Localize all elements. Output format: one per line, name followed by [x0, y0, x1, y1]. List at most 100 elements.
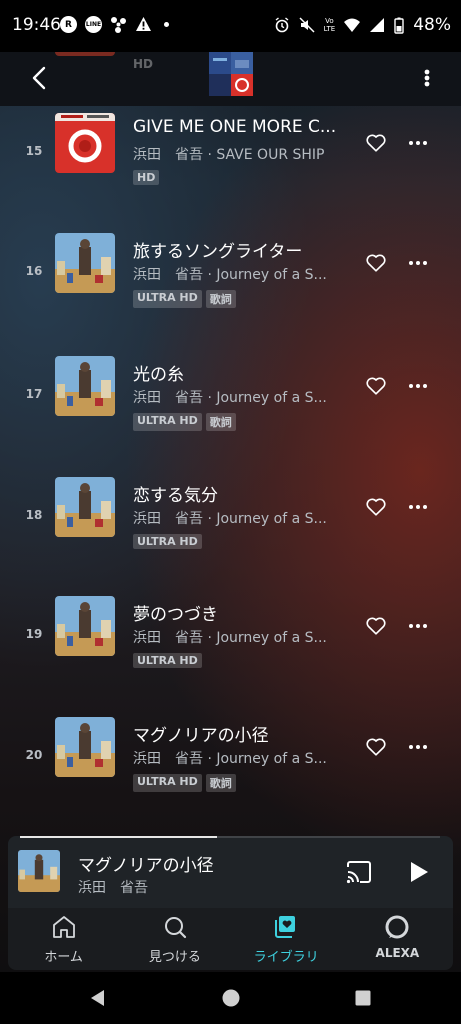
now-playing-title: マグノリアの小径 — [78, 856, 214, 876]
search-icon — [164, 917, 186, 939]
track-number: 15 — [25, 144, 43, 158]
nav-home[interactable]: ホーム — [8, 908, 119, 970]
partial-track-badge: HD — [133, 57, 154, 71]
dot-icon — [164, 22, 169, 27]
track-badges: ULTRA HD — [133, 653, 202, 668]
track-row[interactable]: 18 恋する気分 浜田 省吾 · Journey of a S... ULTRA… — [0, 477, 461, 595]
track-more-icon[interactable] — [408, 383, 428, 389]
header — [0, 52, 461, 106]
back-button[interactable] — [24, 62, 56, 94]
status-time: 19:46 — [12, 15, 61, 35]
quality-badge: HD — [133, 170, 160, 185]
quality-badge: ULTRA HD — [133, 653, 202, 668]
nav-alexa[interactable]: ALEXA — [342, 908, 453, 970]
track-badges: ULTRA HD 歌詞 — [133, 290, 236, 308]
track-number: 17 — [25, 387, 43, 401]
track-more-icon[interactable] — [408, 504, 428, 510]
nav-label: 見つける — [148, 950, 201, 965]
track-more-icon[interactable] — [408, 260, 428, 266]
line-icon: LINE — [85, 16, 102, 33]
nav-label: ライブラリ — [253, 950, 319, 965]
heart-icon[interactable] — [365, 496, 387, 518]
quality-badge: ULTRA HD — [133, 774, 202, 792]
album-art-journey — [55, 596, 115, 656]
lyrics-badge: 歌詞 — [205, 290, 236, 308]
track-row[interactable]: 19 夢のつづき 浜田 省吾 · Journey of a S... ULTRA… — [0, 596, 461, 714]
battery-percent: 48% — [413, 15, 451, 35]
track-number: 16 — [25, 264, 43, 278]
nav-library[interactable]: ライブラリ — [231, 908, 342, 970]
playlist-collage-art — [209, 52, 253, 96]
recents-square-icon[interactable] — [353, 988, 373, 1008]
album-art-journey — [55, 717, 115, 777]
track-title: GIVE ME ONE MORE C... — [133, 117, 337, 137]
heart-icon[interactable] — [365, 375, 387, 397]
quality-badge: ULTRA HD — [133, 290, 202, 308]
signal-icon — [370, 18, 385, 32]
back-triangle-icon[interactable] — [88, 988, 108, 1008]
track-number: 19 — [25, 627, 43, 641]
cast-icon[interactable] — [345, 860, 373, 884]
now-playing-art — [18, 850, 60, 892]
album-art-journey — [55, 233, 115, 293]
heart-icon[interactable] — [365, 132, 387, 154]
track-badges: ULTRA HD 歌詞 — [133, 413, 236, 431]
track-subtitle: 浜田 省吾 · SAVE OUR SHIP — [133, 147, 325, 163]
track-number: 20 — [25, 748, 43, 762]
quality-badge: ULTRA HD — [133, 534, 202, 549]
track-subtitle: 浜田 省吾 · Journey of a S... — [133, 751, 327, 767]
lyrics-badge: 歌詞 — [205, 413, 236, 431]
alexa-icon — [385, 915, 409, 939]
fan-icon — [111, 17, 126, 33]
quality-badge: ULTRA HD — [133, 413, 202, 431]
battery-icon — [394, 17, 404, 34]
track-more-icon[interactable] — [408, 140, 428, 146]
library-icon — [275, 916, 296, 938]
volte-icon: Vo LTE — [323, 17, 336, 33]
track-title: 光の糸 — [133, 365, 184, 385]
partial-track-art — [55, 52, 115, 56]
system-status-icons: Vo LTE 48% — [274, 15, 451, 35]
mini-player[interactable]: マグノリアの小径 浜田 省吾 — [8, 836, 453, 908]
play-icon[interactable] — [408, 860, 430, 884]
track-more-icon[interactable] — [408, 744, 428, 750]
nav-label: ホーム — [44, 950, 83, 965]
track-row[interactable]: 17 光の糸 浜田 省吾 · Journey of a S... ULTRA H… — [0, 356, 461, 474]
album-art-journey — [55, 356, 115, 416]
track-title: 恋する気分 — [133, 486, 218, 506]
heart-icon[interactable] — [365, 252, 387, 274]
track-number: 18 — [25, 508, 43, 522]
track-subtitle: 浜田 省吾 · Journey of a S... — [133, 267, 327, 283]
track-row[interactable]: 15 GIVE ME ONE MORE C... 浜田 省吾 · SAVE OU… — [0, 113, 461, 231]
track-title: マグノリアの小径 — [133, 726, 269, 746]
playback-progress-fill — [20, 836, 218, 838]
album-art-save-our-ship — [55, 113, 115, 173]
mute-icon — [299, 17, 315, 33]
track-more-icon[interactable] — [408, 623, 428, 629]
track-title: 旅するソングライター — [133, 242, 303, 262]
system-navigation-bar — [0, 972, 461, 1024]
track-row[interactable]: 20 マグノリアの小径 浜田 省吾 · Journey of a S... UL… — [0, 717, 461, 835]
track-title: 夢のつづき — [133, 605, 218, 625]
wifi-icon — [344, 18, 361, 32]
heart-icon[interactable] — [365, 736, 387, 758]
home-circle-icon[interactable] — [221, 988, 241, 1008]
track-subtitle: 浜田 省吾 · Journey of a S... — [133, 511, 327, 527]
heart-icon[interactable] — [365, 615, 387, 637]
r-app-icon: R — [60, 16, 77, 33]
status-bar: 19:46 R LINE Vo LTE 48% — [0, 0, 461, 52]
album-art-journey — [55, 477, 115, 537]
track-subtitle: 浜田 省吾 · Journey of a S... — [133, 630, 327, 646]
track-badges: ULTRA HD — [133, 534, 202, 549]
nav-find[interactable]: 見つける — [119, 908, 230, 970]
playback-progress-bar[interactable] — [20, 836, 440, 838]
alarm-icon — [275, 17, 288, 33]
track-badges: ULTRA HD 歌詞 — [133, 774, 236, 792]
track-row[interactable]: 16 旅するソングライター 浜田 省吾 · Journey of a S... … — [0, 233, 461, 351]
more-options-button[interactable] — [419, 64, 435, 92]
notification-icons: R LINE — [60, 16, 169, 33]
track-badges: HD — [133, 170, 160, 185]
track-subtitle: 浜田 省吾 · Journey of a S... — [133, 390, 327, 406]
bottom-nav: ホーム 見つける ライブラリ ALEXA — [8, 908, 453, 970]
warning-icon — [136, 17, 151, 31]
